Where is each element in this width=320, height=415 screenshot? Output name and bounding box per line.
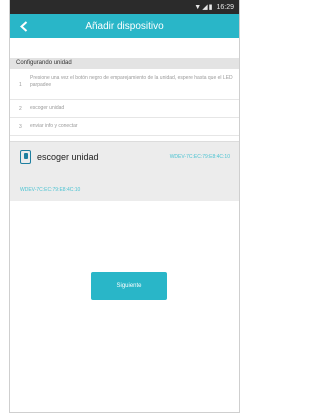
step-number: 2	[19, 105, 22, 112]
device-select-panel: escoger unidad WDEV-7C:EC:79:E8:4C:10 WD…	[10, 141, 239, 201]
step-text: Presione una vez el botón negro de empar…	[30, 75, 233, 88]
step-2: 2 escoger unidad	[10, 100, 239, 118]
selected-device-value[interactable]: WDEV-7C:EC:79:E8:4C:10	[160, 154, 230, 161]
page-title: Añadir dispositivo	[85, 20, 164, 32]
step-text: escoger unidad	[30, 105, 65, 112]
status-time: 16:29	[216, 3, 234, 11]
step-number: 1	[19, 81, 22, 88]
device-select-row[interactable]: escoger unidad WDEV-7C:EC:79:E8:4C:10	[20, 150, 230, 164]
step-1: 1 Presione una vez el botón negro de emp…	[10, 71, 239, 100]
status-icons: ▼◢▮	[194, 4, 214, 11]
select-label: escoger unidad	[37, 152, 99, 162]
steps-list: 1 Presione una vez el botón negro de emp…	[10, 71, 239, 136]
device-id[interactable]: WDEV-7C:EC:79:E8:4C:10	[20, 187, 80, 193]
phone-screen: ▼◢▮ 16:29 Añadir dispositivo Configurand…	[9, 0, 240, 413]
step-number: 3	[19, 123, 22, 130]
back-button[interactable]	[15, 17, 33, 35]
section-header: Configurando unidad	[10, 58, 239, 69]
app-bar: Añadir dispositivo	[10, 14, 239, 38]
status-bar: ▼◢▮ 16:29	[10, 0, 239, 14]
step-3: 3 enviar info y conectar	[10, 118, 239, 136]
back-arrow-icon	[20, 20, 28, 32]
step-text: enviar info y conectar	[30, 123, 78, 130]
device-icon	[20, 150, 31, 164]
next-button[interactable]: Siguiente	[91, 272, 167, 300]
